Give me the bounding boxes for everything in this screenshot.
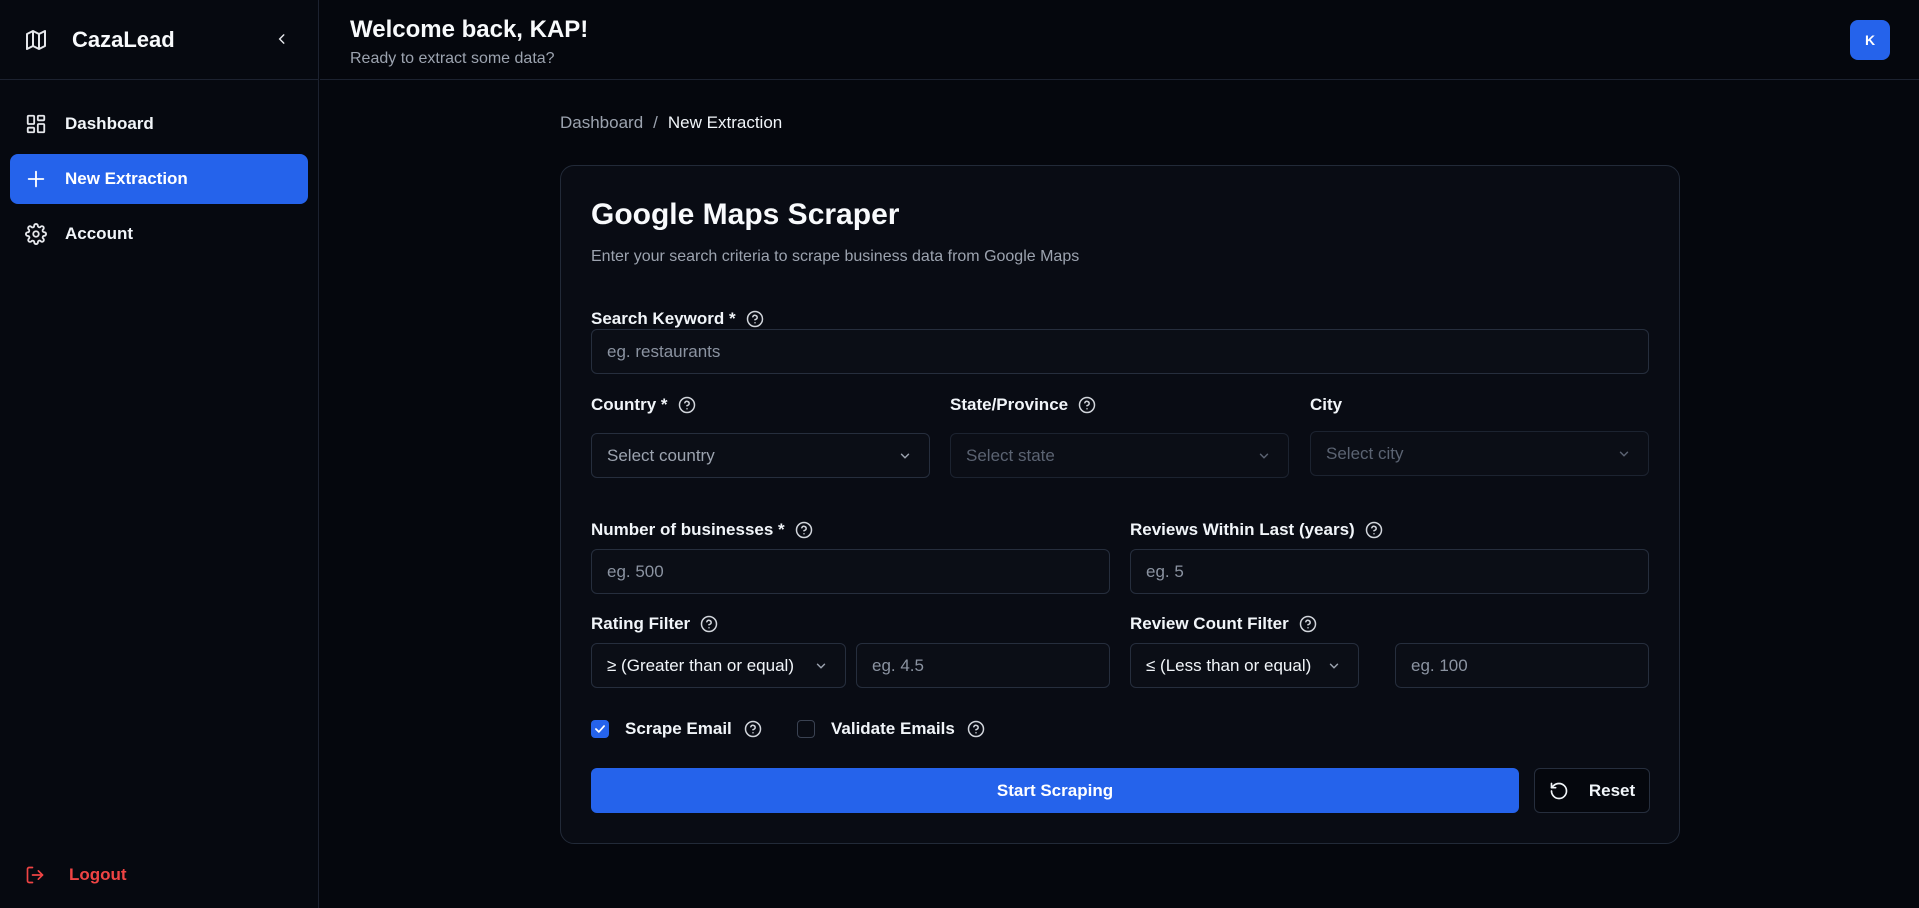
- welcome-subtitle: Ready to extract some data?: [350, 50, 555, 67]
- rating-operator-select[interactable]: ≥ (Greater than or equal): [591, 643, 846, 688]
- help-circle-icon[interactable]: [1078, 396, 1096, 414]
- breadcrumb-current: New Extraction: [667, 113, 783, 132]
- rating-filter-label: Rating Filter: [591, 614, 718, 634]
- app-name: CazaLead: [72, 26, 175, 52]
- review-count-filter-label: Review Count Filter: [1130, 614, 1317, 634]
- rating-value-input[interactable]: [856, 643, 1110, 688]
- city-select-value: Select city: [1326, 443, 1404, 463]
- country-label: Country *: [591, 395, 696, 415]
- breadcrumb-separator: /: [653, 113, 658, 132]
- review-count-operator-select[interactable]: ≤ (Less than or equal): [1130, 643, 1359, 688]
- scrape-email-checkbox[interactable]: [591, 720, 609, 738]
- sidebar-item-account[interactable]: Account: [10, 209, 308, 259]
- keyword-label: Search Keyword *: [591, 309, 764, 329]
- form-description: Enter your search criteria to scrape bus…: [591, 248, 1080, 265]
- country-select-value: Select country: [607, 445, 715, 465]
- map-icon: [24, 27, 50, 53]
- country-select[interactable]: Select country: [591, 433, 930, 478]
- reviews-within-label-text: Reviews Within Last (years): [1130, 520, 1355, 539]
- sidebar-item-new-extraction[interactable]: New Extraction: [10, 154, 308, 204]
- reviews-within-input[interactable]: [1130, 549, 1649, 594]
- scrape-email-option: Scrape Email: [591, 719, 762, 739]
- sidebar-nav: Dashboard New Extraction Account: [0, 80, 318, 259]
- review-count-operator-value: ≤ (Less than or equal): [1146, 655, 1312, 675]
- sidebar: CazaLead Dashboard New Extraction Accoun…: [0, 0, 319, 908]
- form-title: Google Maps Scraper: [591, 198, 900, 231]
- review-count-value-input[interactable]: [1395, 643, 1649, 688]
- city-label: City: [1310, 395, 1342, 415]
- chevron-down-icon: [1327, 658, 1343, 674]
- sidebar-item-label: Dashboard: [65, 114, 154, 133]
- brand: CazaLead: [0, 0, 318, 80]
- welcome-title: Welcome back, KAP!: [350, 16, 589, 43]
- help-circle-icon[interactable]: [795, 521, 813, 539]
- chevron-down-icon: [814, 658, 830, 674]
- keyword-label-text: Search Keyword *: [591, 309, 736, 328]
- help-circle-icon[interactable]: [1365, 521, 1383, 539]
- state-select-value: Select state: [966, 445, 1055, 465]
- state-label-text: State/Province: [950, 395, 1069, 414]
- reset-button[interactable]: Reset: [1534, 768, 1650, 813]
- sidebar-item-label: New Extraction: [65, 169, 188, 188]
- breadcrumb-dashboard-link[interactable]: Dashboard: [560, 113, 643, 133]
- scraper-form-card: Google Maps Scraper Enter your search cr…: [560, 165, 1680, 844]
- validate-emails-label: Validate Emails: [831, 719, 955, 738]
- validate-emails-option: Validate Emails: [797, 719, 985, 739]
- reset-label: Reset: [1588, 780, 1636, 800]
- reviews-within-label: Reviews Within Last (years): [1130, 520, 1383, 540]
- help-circle-icon[interactable]: [1299, 615, 1317, 633]
- chevron-down-icon: [1257, 448, 1273, 464]
- help-circle-icon[interactable]: [967, 720, 985, 738]
- search-keyword-input[interactable]: [591, 329, 1649, 374]
- gear-icon: [25, 223, 47, 245]
- logout-icon: [25, 864, 47, 886]
- logout-label: Logout: [69, 865, 127, 884]
- num-businesses-label-text: Number of businesses *: [591, 520, 785, 539]
- collapse-sidebar-chevron-left-icon[interactable]: [270, 27, 294, 51]
- validate-emails-checkbox[interactable]: [797, 720, 815, 738]
- rating-filter-label-text: Rating Filter: [591, 614, 691, 633]
- state-label: State/Province: [950, 395, 1096, 415]
- logout-button[interactable]: Logout: [10, 855, 142, 895]
- sidebar-item-label: Account: [65, 224, 133, 243]
- state-select[interactable]: Select state: [950, 433, 1289, 478]
- top-header: Welcome back, KAP! Ready to extract some…: [320, 0, 1919, 80]
- avatar[interactable]: K: [1850, 20, 1890, 60]
- chevron-down-icon: [898, 448, 914, 464]
- country-label-text: Country *: [591, 395, 668, 414]
- review-count-filter-label-text: Review Count Filter: [1130, 614, 1289, 633]
- plus-icon: [25, 168, 47, 190]
- num-businesses-input[interactable]: [591, 549, 1110, 594]
- help-circle-icon[interactable]: [678, 396, 696, 414]
- num-businesses-label: Number of businesses *: [591, 520, 813, 540]
- sidebar-item-dashboard[interactable]: Dashboard: [10, 99, 308, 149]
- help-circle-icon[interactable]: [746, 310, 764, 328]
- help-circle-icon[interactable]: [700, 615, 718, 633]
- chevron-down-icon: [1617, 446, 1633, 462]
- breadcrumb: Dashboard / New Extraction: [560, 113, 782, 133]
- help-circle-icon[interactable]: [744, 720, 762, 738]
- dashboard-grid-icon: [25, 113, 47, 135]
- city-label-text: City: [1310, 395, 1343, 414]
- scrape-email-label: Scrape Email: [625, 719, 732, 738]
- rating-operator-value: ≥ (Greater than or equal): [607, 655, 794, 675]
- city-select[interactable]: Select city: [1310, 431, 1649, 476]
- start-scraping-button[interactable]: Start Scraping: [591, 768, 1519, 813]
- rotate-ccw-icon: [1549, 781, 1569, 801]
